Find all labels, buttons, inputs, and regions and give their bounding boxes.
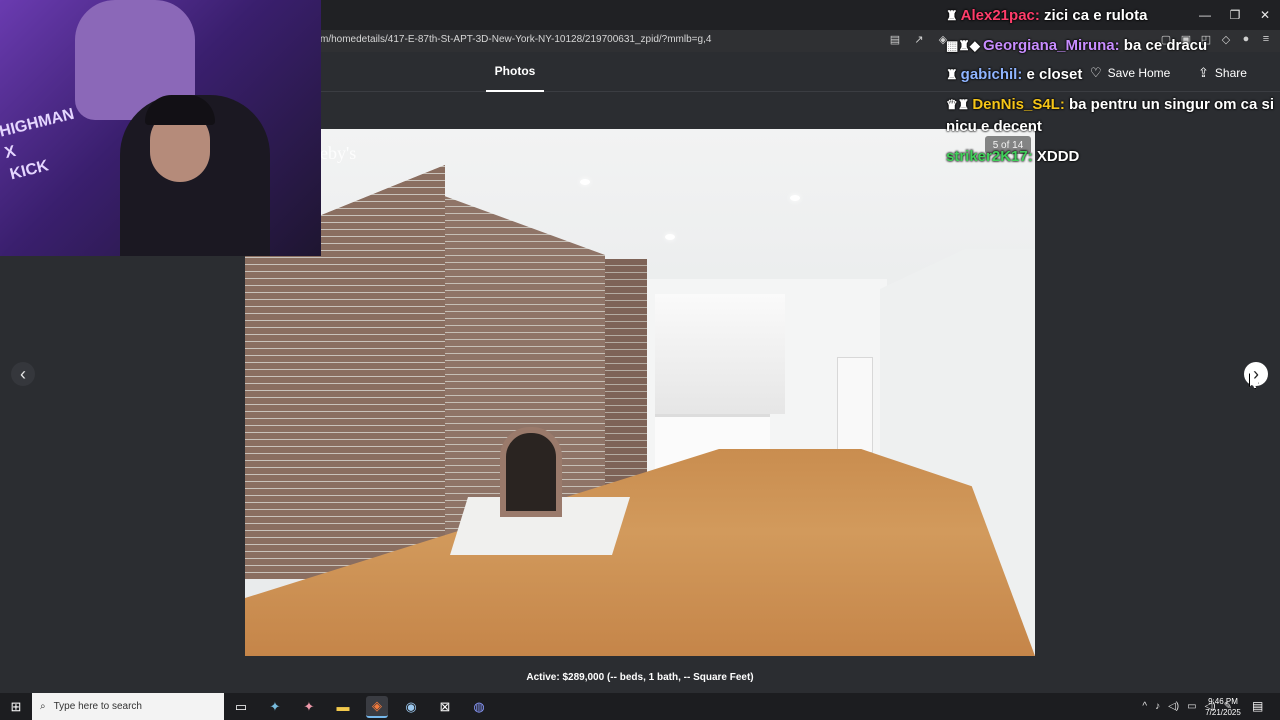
webcam-logo: HIGHMAN X KICK — [0, 105, 76, 184]
webcam-overlay: HIGHMAN X KICK — [0, 0, 321, 256]
ceiling-light — [580, 179, 590, 185]
microphone-icon[interactable]: ♪ — [1155, 701, 1160, 712]
share-page-icon[interactable]: ↗ — [912, 33, 926, 46]
badge-icon: ▦♜◆ — [946, 38, 980, 53]
chat-message: striker2K17: XDDD — [946, 146, 1276, 168]
brave-browser-icon[interactable]: ◈ — [366, 695, 388, 718]
badge-icon: ♛♜ — [946, 97, 970, 112]
listing-photo[interactable] — [245, 129, 1035, 656]
chat-username: DenNis_S4L: — [972, 96, 1065, 113]
file-explorer-icon[interactable]: ▬ — [332, 696, 354, 718]
chat-text: XDDD — [1032, 148, 1080, 165]
taskbar-apps: ▭ ✦ ✦ ▬ ◈ ◉ ⊠ ◍ — [230, 693, 490, 720]
taskbar: ⊞ ⌕ Type here to search ▭ ✦ ✦ ▬ ◈ ◉ ⊠ ◍ … — [0, 693, 1280, 720]
search-icon: ⌕ — [40, 701, 46, 712]
ceiling-light — [790, 195, 800, 201]
chat-text: ba ce dracu — [1119, 37, 1208, 54]
photo-kitchen — [655, 294, 785, 414]
chat-text: e closet — [1022, 66, 1083, 83]
chat-username: gabichil: — [960, 66, 1023, 83]
photo-watermark: eby's — [320, 143, 357, 163]
badge-icon: ♜ — [946, 8, 958, 23]
search-placeholder: Type here to search — [53, 701, 142, 712]
chevron-up-icon[interactable]: ^ — [1142, 701, 1147, 712]
chat-message: ♜ Alex21pac: zici ca e rulota — [946, 5, 1276, 27]
photo-brick-wall — [605, 259, 647, 489]
chat-username: Alex21pac: — [960, 7, 1040, 24]
discord-icon[interactable]: ◍ — [468, 696, 490, 718]
network-icon[interactable]: ▭ — [1187, 701, 1196, 712]
xbox-icon[interactable]: ⊠ — [434, 696, 456, 718]
copilot-app-icon[interactable]: ✦ — [298, 696, 320, 718]
photo-fireplace — [500, 427, 562, 517]
badge-icon: ♜ — [946, 67, 958, 82]
taskbar-search[interactable]: ⌕ Type here to search — [32, 693, 224, 720]
chat-message: ♜ gabichil: e closet — [946, 64, 1276, 86]
ceiling-light — [665, 234, 675, 240]
steam-icon[interactable]: ◉ — [400, 696, 422, 718]
chat-message: ♛♜ DenNis_S4L: ba pentru un singur om ca … — [946, 94, 1276, 138]
screen: — ❐ ✕ m/homedetails/417-E-87th-St-APT-3D… — [0, 0, 1280, 720]
photo-door — [837, 357, 873, 453]
chat-username: Georgiana_Miruna: — [982, 37, 1120, 54]
url-actions: ▤ ↗ ◈ — [888, 33, 950, 46]
previous-photo-button[interactable]: ‹ — [11, 362, 35, 386]
windows-icon: ⊞ — [10, 698, 22, 714]
copilot-icon[interactable]: ✦ — [264, 696, 286, 718]
webcam-beanie — [145, 95, 215, 125]
chat-text: zici ca e rulota — [1039, 7, 1148, 24]
chevron-left-icon: ‹ — [20, 363, 26, 384]
clock-date: 7/21/2025 — [1205, 708, 1241, 717]
notification-icon[interactable]: ▤ — [1252, 699, 1263, 713]
tab-photos[interactable]: Photos — [486, 52, 544, 92]
listing-caption: Active: $289,000 (-- beds, 1 bath, -- Sq… — [526, 672, 754, 683]
start-button[interactable]: ⊞ — [0, 693, 32, 720]
taskbar-clock[interactable]: 9:46 PM 7/21/2025 — [1200, 696, 1246, 718]
clock-time: 9:46 PM — [1208, 697, 1238, 706]
task-view-icon[interactable]: ▭ — [230, 696, 252, 718]
chat-message: ▦♜◆ Georgiana_Miruna: ba ce dracu — [946, 35, 1276, 57]
url-text[interactable]: m/homedetails/417-E-87th-St-APT-3D-New-Y… — [320, 34, 711, 45]
volume-icon[interactable]: ◁) — [1168, 701, 1179, 712]
reader-mode-icon[interactable]: ▤ — [888, 33, 902, 46]
chat-username: striker2K17: — [946, 148, 1033, 165]
